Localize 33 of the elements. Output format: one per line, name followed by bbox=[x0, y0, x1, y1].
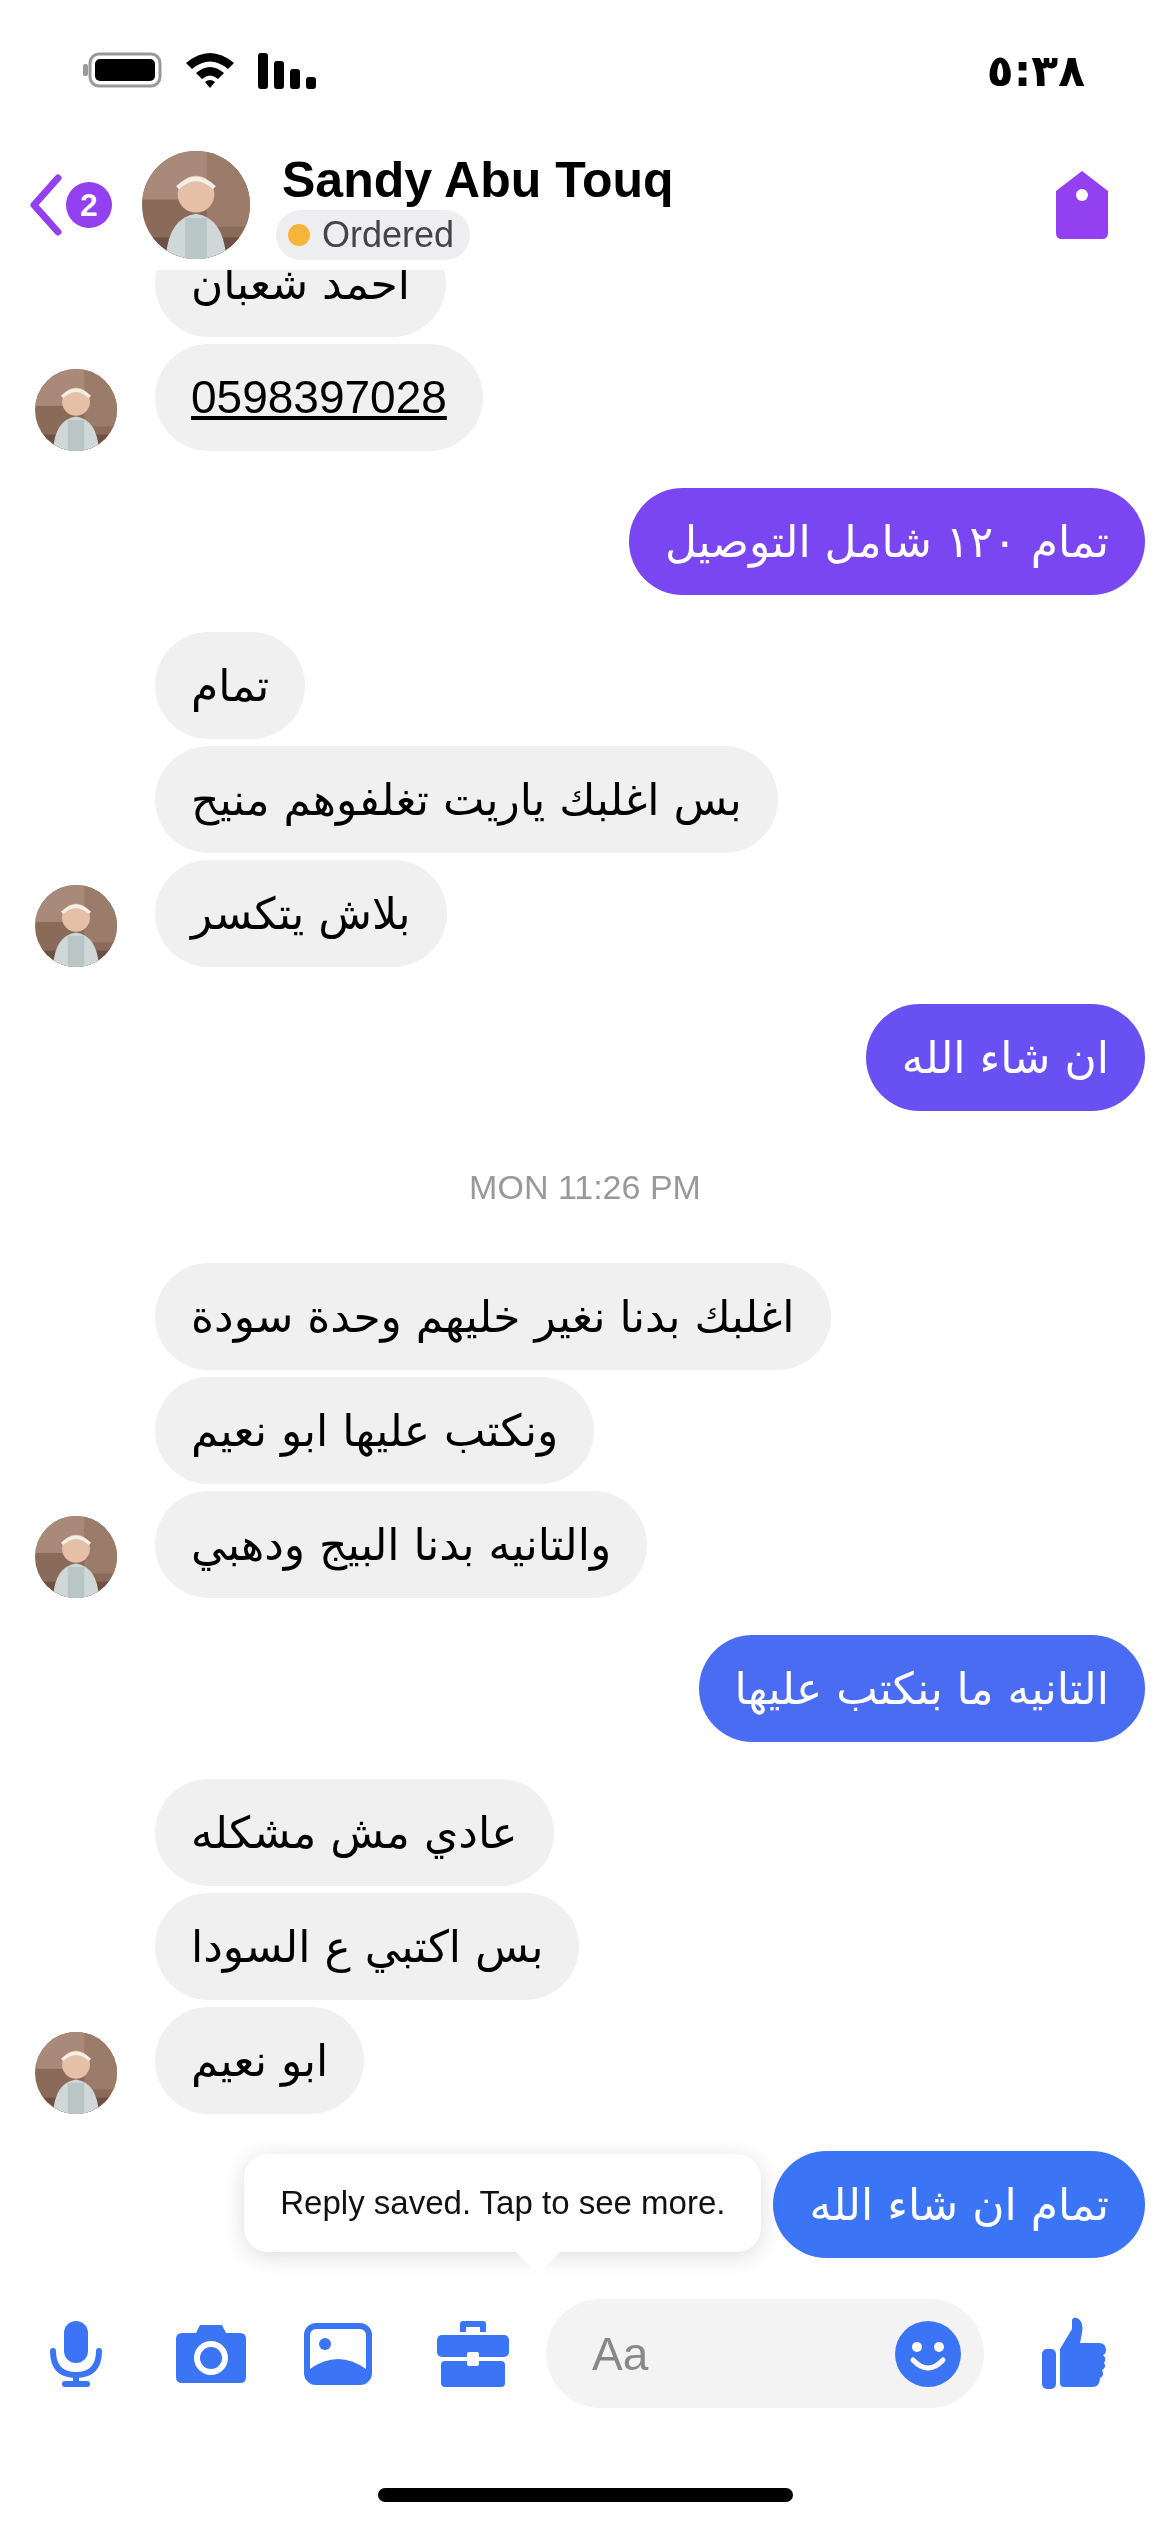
wifi-icon bbox=[184, 51, 236, 89]
tag-icon[interactable] bbox=[1054, 169, 1110, 241]
message-bubble: ابو نعيم bbox=[155, 2007, 365, 2114]
message-bubble: تمام bbox=[155, 632, 306, 739]
message-bubble: اغلبك بدنا نغير خليهم وحدة سودة bbox=[155, 1263, 831, 1370]
message-bubble: بس اغلبك ياريت تغلفوهم منيح bbox=[155, 746, 778, 853]
composer-bar[interactable]: Aa bbox=[546, 2299, 984, 2408]
message-bubble: بس اكتبي ع السودا bbox=[155, 1893, 580, 2000]
message-bubble: ان شاء الله bbox=[865, 1004, 1145, 1111]
timestamp: MON 11:26 PM bbox=[468, 1167, 702, 1208]
label-chip[interactable]: Ordered bbox=[276, 210, 471, 260]
phone-link[interactable]: 0598397028 bbox=[155, 344, 483, 451]
photo-icon[interactable] bbox=[304, 2322, 372, 2385]
back-button[interactable]: 2 bbox=[28, 174, 112, 236]
camera-icon[interactable] bbox=[174, 2322, 248, 2385]
contact-name: Sandy Abu Touq bbox=[282, 151, 674, 210]
briefcase-icon[interactable] bbox=[436, 2319, 510, 2388]
message-bubble: التانيه ما بنكتب عليها bbox=[698, 1635, 1145, 1742]
message-bubble: تمام ان شاء الله bbox=[773, 2151, 1145, 2258]
message-bubble: تمام ١٢٠ شامل التوصيل bbox=[629, 488, 1145, 595]
signal-icon bbox=[258, 51, 318, 89]
chevron-left-icon bbox=[28, 174, 62, 236]
status-time: ٥:٣٨ bbox=[986, 44, 1085, 96]
message-field[interactable]: Aa bbox=[590, 2325, 894, 2382]
message-bubble: والتانيه بدنا البيج ودهبي bbox=[155, 1491, 648, 1598]
battery-icon bbox=[82, 52, 162, 88]
thumbs-up-icon[interactable] bbox=[1040, 2316, 1108, 2391]
smiley-icon[interactable] bbox=[894, 2319, 962, 2388]
message-bubble: بلاش يتكسر bbox=[155, 860, 447, 967]
message-bubble: عادي مش مشكله bbox=[155, 1779, 554, 1886]
message-bubble: ونكتب عليها ابو نعيم bbox=[155, 1377, 595, 1484]
unread-badge: 2 bbox=[66, 182, 112, 228]
microphone-icon[interactable] bbox=[48, 2318, 104, 2389]
